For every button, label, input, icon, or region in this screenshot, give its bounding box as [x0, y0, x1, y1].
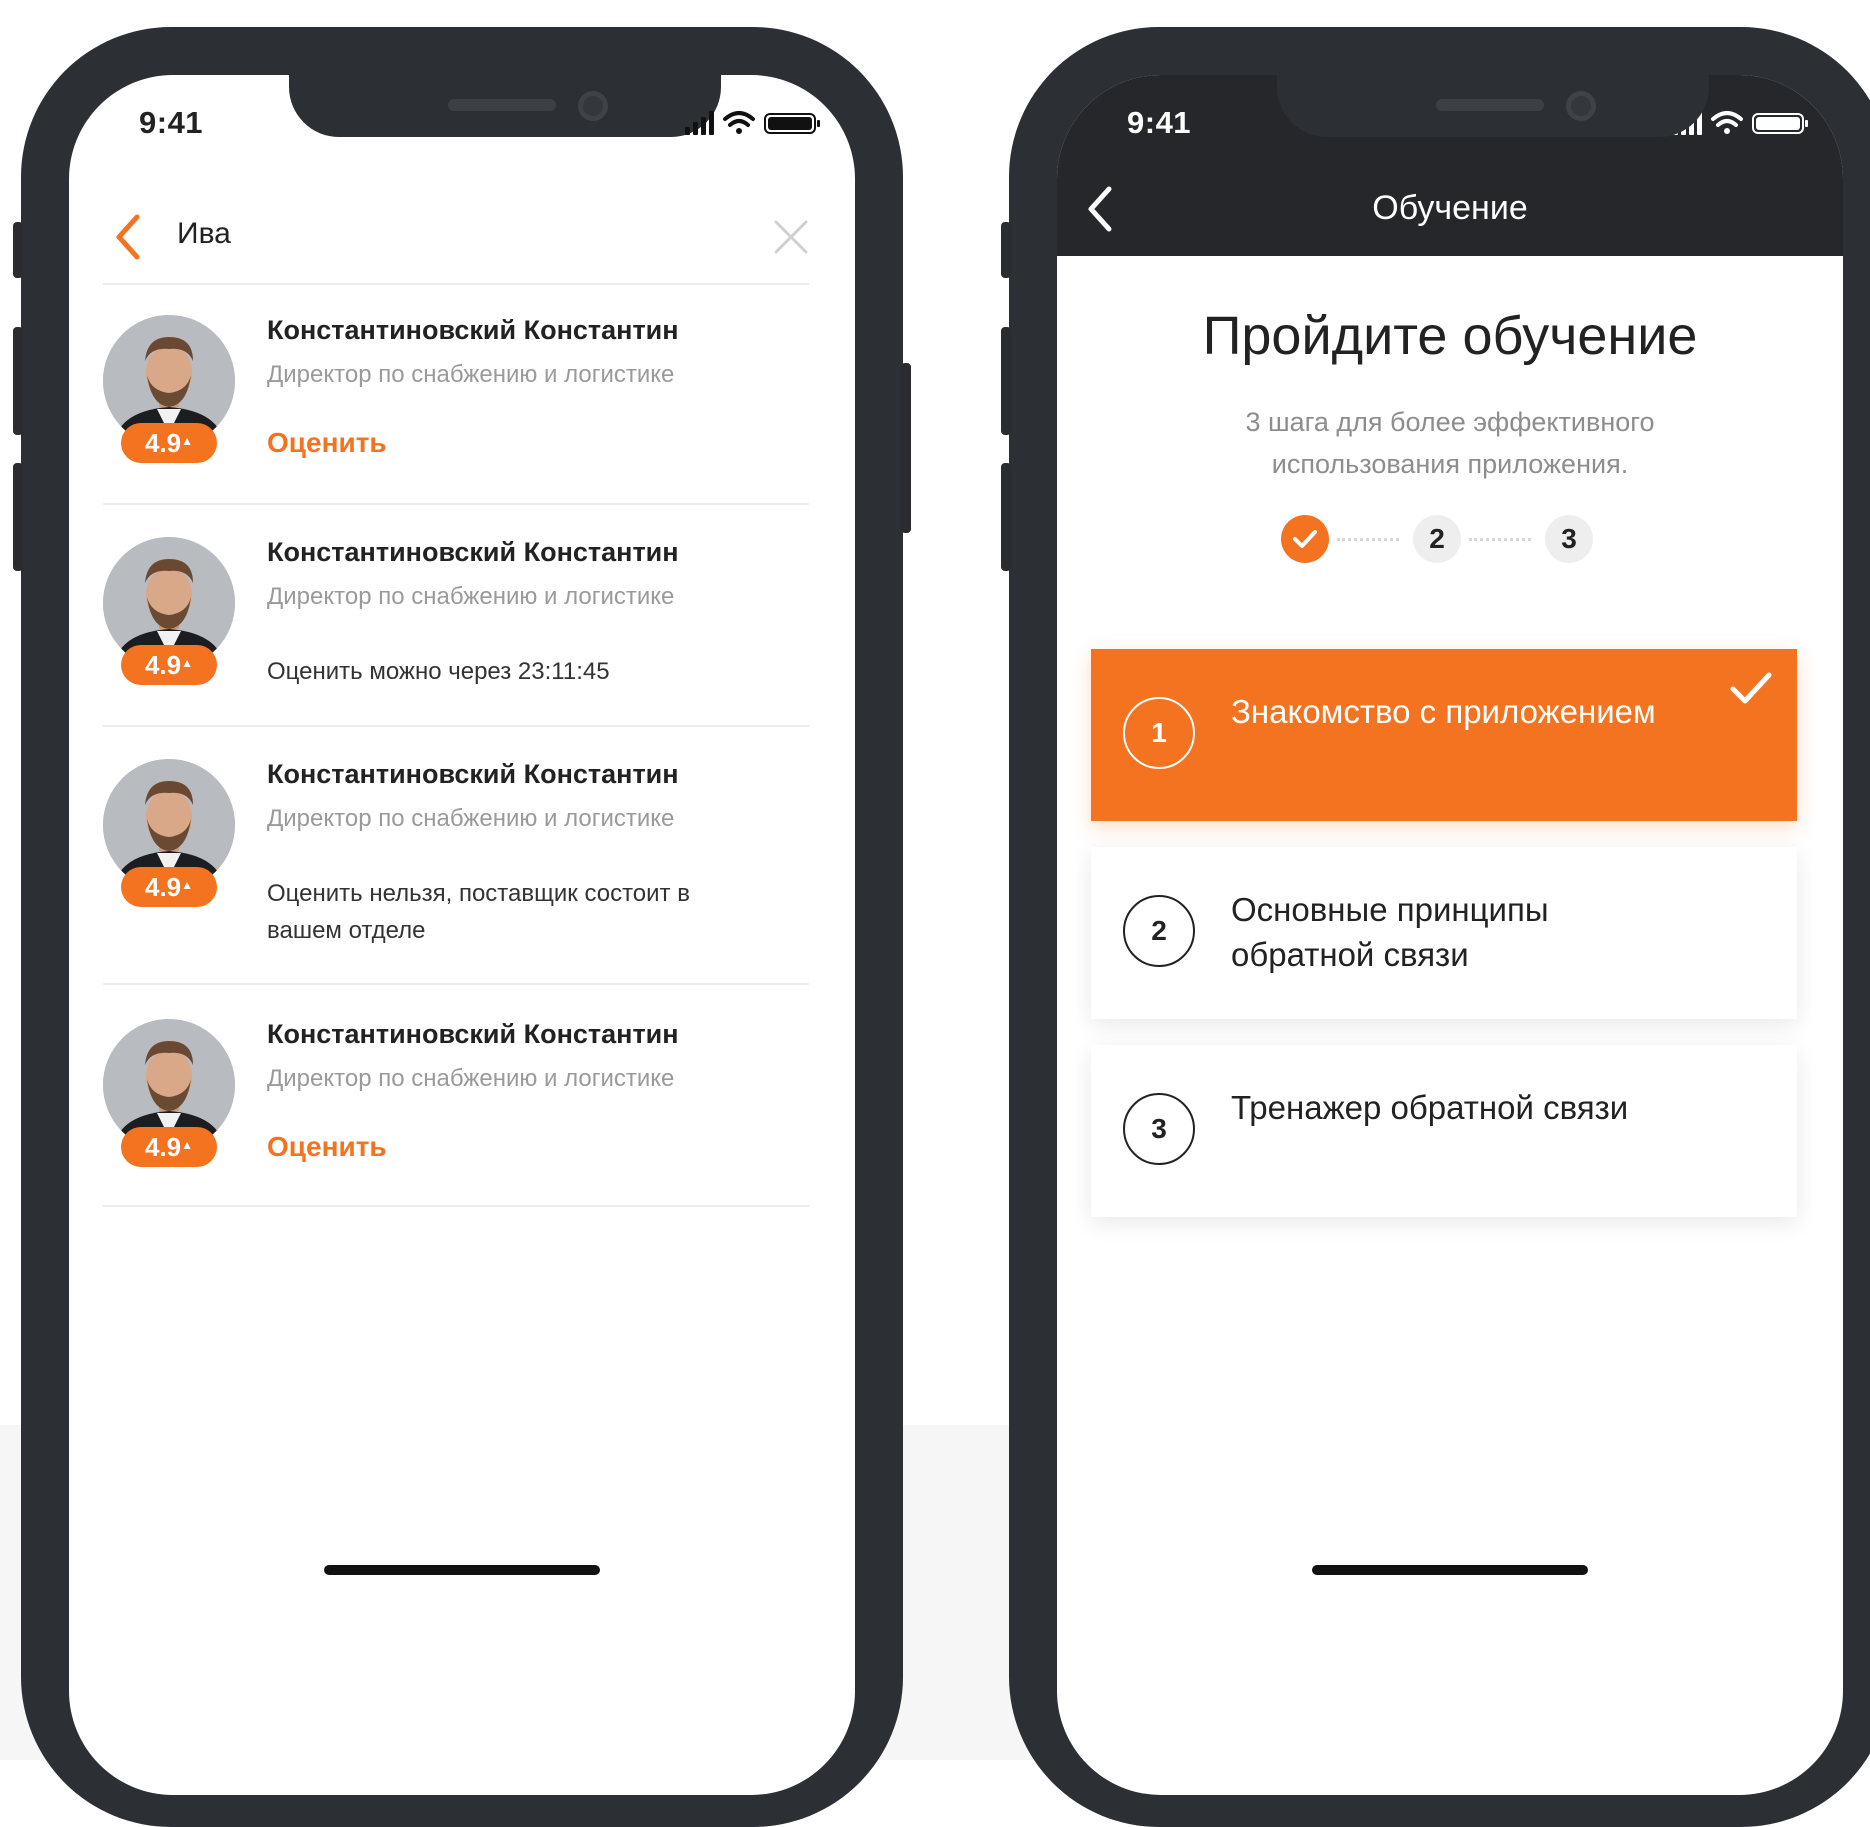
- contact-role: Директор по снабжению и логистике: [267, 805, 675, 832]
- step-label: Основные принципы обратной связи: [1231, 891, 1549, 973]
- step-number: 3: [1123, 1093, 1195, 1165]
- contact-item[interactable]: 4.9▲ Константиновский Константин Директо…: [103, 1019, 809, 1169]
- left-screen: 9:41 Ива 4.9▲ Константиновский Константи…: [69, 75, 855, 1795]
- back-arrow-icon[interactable]: [111, 213, 145, 261]
- step-label: Знакомство с приложением: [1231, 693, 1656, 730]
- rating-value: 4.9: [144, 1132, 182, 1162]
- stepper-connector: [1469, 538, 1531, 541]
- page-title: Обучение: [1372, 189, 1528, 227]
- contact-role: Директор по снабжению и логистике: [267, 361, 675, 388]
- divider: [103, 1205, 809, 1207]
- divider: [103, 983, 809, 985]
- contact-name: Константиновский Константин: [267, 1019, 679, 1049]
- progress-stepper: 2 3: [1281, 511, 1621, 567]
- rating-badge: 4.9▲: [121, 645, 217, 685]
- rate-button[interactable]: Оценить: [267, 427, 387, 459]
- home-indicator: [324, 1565, 600, 1575]
- check-icon: [1293, 530, 1317, 548]
- signal-icon: [685, 111, 714, 135]
- wifi-dot: [736, 128, 742, 134]
- check-icon: [1730, 672, 1772, 704]
- stepper-connector: [1337, 538, 1399, 541]
- rating-badge: 4.9▲: [121, 1127, 217, 1167]
- status-icons: [685, 111, 820, 135]
- step-number: 2: [1123, 895, 1195, 967]
- contact-name: Константиновский Константин: [267, 759, 679, 789]
- status-time: 9:41: [139, 105, 204, 140]
- rating-value: 4.9: [144, 428, 182, 458]
- right-screen: 9:41 Обучение Пройдите обучение 3 шага д…: [1057, 75, 1843, 1795]
- rating-value: 4.9: [144, 650, 182, 680]
- step-number: 1: [1123, 697, 1195, 769]
- wifi-icon: [1711, 111, 1743, 127]
- rating-value: 4.9: [144, 872, 182, 902]
- rate-unavailable-note: Оценить нельзя, поставщик состоит в ваше…: [267, 880, 690, 944]
- contact-name: Константиновский Константин: [267, 537, 679, 567]
- divider: [103, 283, 809, 285]
- wifi-icon: [723, 111, 755, 127]
- notch: [289, 75, 721, 137]
- star-icon: ▲: [181, 1138, 194, 1152]
- stepper-step-2: 2: [1413, 515, 1461, 563]
- search-input[interactable]: Ива: [177, 217, 231, 251]
- contact-role: Директор по снабжению и логистике: [267, 583, 675, 610]
- star-icon: ▲: [181, 656, 194, 670]
- star-icon: ▲: [181, 434, 194, 448]
- hero-subtitle: 3 шага для более эффективного использова…: [1245, 407, 1655, 479]
- star-icon: ▲: [181, 878, 194, 892]
- left-phone-frame: 9:41 Ива 4.9▲ Константиновский Константи…: [13, 27, 911, 1827]
- rate-button[interactable]: Оценить: [267, 1131, 387, 1163]
- divider: [103, 503, 809, 505]
- close-icon[interactable]: [773, 219, 809, 255]
- battery-icon: [1752, 113, 1808, 134]
- step-label: Тренажер обратной связи: [1231, 1089, 1629, 1126]
- step-card-trainer[interactable]: 3 Тренажер обратной связи: [1091, 1045, 1797, 1217]
- step-card-intro[interactable]: 1 Знакомство с приложением: [1091, 649, 1797, 821]
- wifi-dot: [1724, 128, 1730, 134]
- contact-role: Директор по снабжению и логистике: [267, 1065, 675, 1092]
- rate-timer-note: Оценить можно через 23:11:45: [267, 658, 610, 685]
- divider: [103, 725, 809, 727]
- contact-item[interactable]: 4.9▲ Константиновский Константин Директо…: [103, 537, 809, 687]
- rating-badge: 4.9▲: [121, 867, 217, 907]
- right-phone-frame: 9:41 Обучение Пройдите обучение 3 шага д…: [1001, 27, 1870, 1827]
- status-time: 9:41: [1127, 105, 1192, 140]
- home-indicator: [1312, 1565, 1588, 1575]
- stepper-step-1: [1281, 515, 1329, 563]
- contact-item[interactable]: 4.9▲ Константиновский Константин Директо…: [103, 759, 809, 949]
- notch: [1277, 75, 1709, 137]
- battery-icon: [764, 113, 820, 134]
- step-card-principles[interactable]: 2 Основные принципы обратной связи: [1091, 847, 1797, 1019]
- hero-title: Пройдите обучение: [1202, 306, 1698, 366]
- stepper-step-3: 3: [1545, 515, 1593, 563]
- search-bar: Ива: [69, 175, 855, 285]
- contact-item[interactable]: 4.9▲ Константиновский Константин Директо…: [103, 315, 809, 465]
- contact-name: Константиновский Константин: [267, 315, 679, 345]
- rating-badge: 4.9▲: [121, 423, 217, 463]
